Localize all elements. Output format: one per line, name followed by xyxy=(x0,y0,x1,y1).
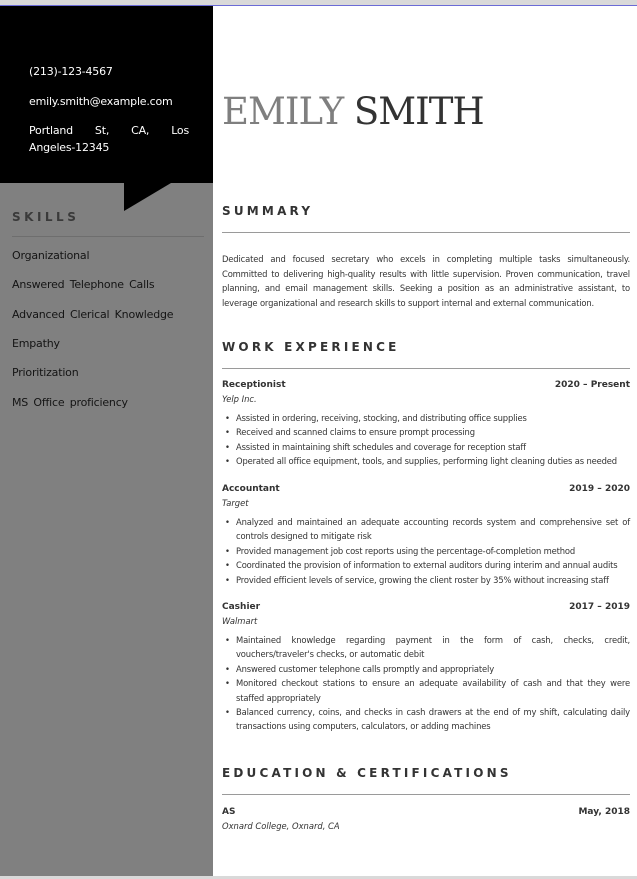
bullet-icon: • xyxy=(225,545,230,556)
job-company: Target xyxy=(222,498,249,508)
contact-address: Portland St, CA, Los Angeles-12345 xyxy=(29,124,189,154)
job-dates: 2017 – 2019 xyxy=(569,602,630,612)
sidebar: (213)-123-4567 emily.smith@example.com P… xyxy=(0,6,213,876)
contact-phone: (213)-123-4567 xyxy=(29,65,113,78)
job-bullet: • Assisted in ordering, receiving, stocki… xyxy=(222,411,630,425)
candidate-name: EMILY SMITH xyxy=(222,90,485,133)
main-content: EMILY SMITH SUMMARY Dedicated and focuse… xyxy=(213,6,637,876)
bullet-icon: • xyxy=(225,635,230,645)
education-heading: EDUCATION & CERTIFICATIONS xyxy=(222,766,512,780)
job-bullet: • Maintained knowledge regarding payment … xyxy=(225,635,630,660)
skill-item: Prioritization xyxy=(12,366,79,379)
job-bullet: • Operated all office equipment, tools, a… xyxy=(222,454,630,468)
summary-heading: SUMMARY xyxy=(222,204,314,218)
job-bullet: • Analyzed and maintained an adequate acc… xyxy=(225,517,630,542)
job-bullets: • Maintained knowledge regarding payment … xyxy=(222,633,630,734)
job-entry: Accountant 2019 – 2020 Target • Analyzed … xyxy=(222,482,630,587)
decorative-tab xyxy=(124,183,171,211)
summary-divider xyxy=(222,232,630,233)
bullet-icon: • xyxy=(225,456,230,467)
bullet-icon: • xyxy=(225,707,230,718)
first-name: EMILY xyxy=(222,90,344,133)
job-title: Receptionist xyxy=(222,380,286,390)
education-entry: AS May, 2018 Oxnard College, Oxnard, CA xyxy=(222,805,630,838)
school: Oxnard College, Oxnard, CA xyxy=(222,821,340,831)
skill-item: Answered Telephone Calls xyxy=(12,278,155,291)
bullet-icon: • xyxy=(225,663,230,674)
job-title: Accountant xyxy=(222,484,280,494)
work-experience-heading: WORK EXPERIENCE xyxy=(222,340,400,354)
bullet-icon: • xyxy=(225,517,230,527)
work-experience-divider xyxy=(222,368,630,369)
job-bullet: • Monitored checkout stations to ensure a… xyxy=(225,678,630,703)
job-dates: 2019 – 2020 xyxy=(569,484,630,494)
summary-text: Dedicated and focused secretary who exce… xyxy=(222,254,630,308)
job-dates: 2020 – Present xyxy=(554,380,630,390)
job-entry: Cashier 2017 – 2019 Walmart • Maintained … xyxy=(222,600,630,734)
contact-email: emily.smith@example.com xyxy=(29,95,173,108)
job-bullet: • Received and scanned claims to ensure p… xyxy=(222,425,630,439)
skill-item: MS Office proficiency xyxy=(12,396,128,409)
skill-item: Empathy xyxy=(12,337,60,350)
job-title: Cashier xyxy=(222,602,261,612)
skill-item: Organizational xyxy=(12,249,90,262)
job-bullet: • Coordinated the provision of informatio… xyxy=(222,558,630,572)
job-company: Yelp Inc. xyxy=(222,394,257,404)
job-bullet: • Provided management job cost reports us… xyxy=(222,544,630,558)
bullet-icon: • xyxy=(225,441,230,452)
job-bullet: • Assisted in maintaining shift schedules… xyxy=(222,440,630,454)
job-entry: Receptionist 2020 – Present Yelp Inc. • A… xyxy=(222,378,630,469)
degree: AS xyxy=(222,807,236,817)
bullet-icon: • xyxy=(225,413,230,423)
bullet-icon: • xyxy=(225,427,230,438)
job-company: Walmart xyxy=(222,616,258,626)
job-bullets: • Analyzed and maintained an adequate acc… xyxy=(222,515,630,587)
skills-divider xyxy=(12,236,204,237)
bullet-icon: • xyxy=(225,560,230,571)
bullet-icon: • xyxy=(225,574,230,585)
contact-block: (213)-123-4567 emily.smith@example.com P… xyxy=(0,6,213,183)
job-bullet: • Provided efficient levels of service, g… xyxy=(222,573,630,587)
job-bullets: • Assisted in ordering, receiving, stocki… xyxy=(222,411,630,469)
education-divider xyxy=(222,794,630,795)
skills-heading: SKILLS xyxy=(12,210,80,224)
job-bullet: • Balanced currency, coins, and checks in… xyxy=(225,707,630,732)
bullet-icon: • xyxy=(225,678,230,689)
job-bullet: • Answered customer telephone calls promp… xyxy=(222,662,630,676)
graduation-date: May, 2018 xyxy=(578,807,630,817)
skill-item: Advanced Clerical Knowledge xyxy=(12,308,174,321)
last-name: SMITH xyxy=(353,90,485,133)
